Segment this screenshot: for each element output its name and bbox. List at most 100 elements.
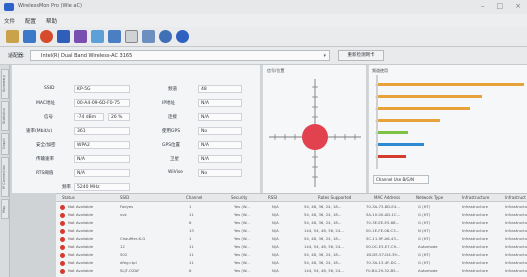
table-row[interactable]: Not Available Fadyes 1 Yes (W... N/A 54, 48, …	[56, 203, 527, 211]
cell-mac: 70-3A-13-4F-DC...	[366, 260, 400, 265]
table-row[interactable]: Not Available 13 Yes (W... N/A 144, 54, 48, …	[56, 227, 527, 235]
cell-security: Yes (W...	[234, 260, 250, 265]
status-dot-icon	[60, 221, 65, 226]
col-rssi[interactable]: RSSI	[268, 195, 277, 200]
options-icon[interactable]	[142, 30, 155, 43]
mac-value: 00-A4-09-6D-F0-75	[74, 99, 130, 107]
cell-mac: 00-0C-E3-E7-C9...	[366, 244, 400, 249]
col-status[interactable]: Status	[62, 195, 75, 200]
menu-bar: 文件 配置 帮助	[0, 14, 527, 27]
cell-channel: 1	[189, 236, 192, 241]
menu-item-file[interactable]: 文件	[4, 17, 15, 25]
close-icon[interactable]: ×	[515, 2, 521, 10]
adapter-label: 适配器:	[8, 53, 25, 59]
col-infrastructure-2[interactable]: Infrastruct	[505, 195, 526, 200]
table-row[interactable]: Not Available dfeg=tpi 11 Yes (W... N/A 54, 4…	[56, 259, 527, 267]
page-icon[interactable]	[125, 30, 138, 43]
cell-channel: 13	[189, 228, 194, 233]
cell-rates: 54, 48, 36, 24, 18...	[304, 252, 342, 257]
col-infrastructure[interactable]: Infrastructure	[462, 195, 489, 200]
cell-rssi: N/A	[272, 228, 279, 233]
col-mac[interactable]: MAC Address	[374, 195, 400, 200]
cell-infra: Infrastructure	[462, 228, 488, 233]
cell-rssi: N/A	[272, 204, 279, 209]
cell-rates: 54, 48, 36, 24, 18...	[304, 204, 342, 209]
signal-position-panel: 信号/位置	[262, 65, 366, 193]
cell-channel: 11	[189, 212, 194, 217]
network-table: Status SSID Channel Security RSSI Rates …	[56, 193, 527, 277]
cell-mac: 5C-11-9F-A6-43...	[366, 236, 400, 241]
toolbar	[0, 27, 527, 47]
col-security[interactable]: Security	[231, 195, 247, 200]
table-row[interactable]: Not Available 502 11 Yes (W... N/A 54, 48, 36…	[56, 251, 527, 259]
ip-label: IP地址	[162, 101, 176, 106]
col-rates[interactable]: Rates Supported	[318, 195, 351, 200]
cell-ssid: Fadyes	[120, 204, 134, 209]
refresh-icon[interactable]	[159, 30, 172, 43]
minimize-icon[interactable]: –	[481, 2, 485, 10]
cell-infra: Infrastructure	[462, 252, 488, 257]
channel-filter-select[interactable]: Channel Use B/G/N	[373, 175, 429, 184]
col-channel[interactable]: Channel	[186, 195, 202, 200]
help-icon[interactable]	[176, 30, 189, 43]
connection-label: 连接	[168, 115, 177, 120]
maximize-icon[interactable]: □	[497, 2, 504, 10]
tab-summary[interactable]: Summary	[1, 69, 9, 99]
menu-item-config[interactable]: 配置	[25, 17, 36, 25]
save-icon[interactable]	[23, 30, 36, 43]
open-icon[interactable]	[6, 30, 19, 43]
cell-rssi: N/A	[272, 220, 279, 225]
cell-ssid: dfeg=tpi	[120, 260, 137, 265]
usage-bar	[378, 155, 406, 158]
table-row[interactable]: Not Available vvk 11 Yes (W... N/A 54, 48, 36…	[56, 211, 527, 219]
ssid-label: SSID	[44, 86, 55, 91]
channel-filter-value: Channel Use B/G/N	[376, 177, 414, 182]
signal-position-marker	[302, 124, 328, 150]
table-row[interactable]: Not Available Chauffier-6-G 1 Yes (W... N/A 5…	[56, 235, 527, 243]
col-network-type[interactable]: Network Type	[416, 195, 443, 200]
cell-net: Automode	[418, 244, 438, 249]
ip-value: N/A	[198, 99, 242, 107]
security-label: 安全/加密	[36, 143, 56, 148]
tab-graph[interactable]: Graph	[1, 133, 9, 155]
cell-ssid: 12	[120, 244, 125, 249]
adapter-icon[interactable]	[74, 30, 87, 43]
network-icon[interactable]	[57, 30, 70, 43]
cell-security: Yes (W...	[234, 220, 250, 225]
cell-ssid: SLJT-OZAF	[120, 268, 140, 273]
tab-statistics[interactable]: Statistics	[1, 101, 9, 131]
menu-item-help[interactable]: 帮助	[46, 17, 57, 25]
cell-net: G (HT)	[418, 212, 431, 217]
cell-rssi: N/A	[272, 212, 279, 217]
scan-icon[interactable]	[108, 30, 121, 43]
gps-position-value: N/A	[198, 141, 242, 149]
cell-channel: 11	[189, 260, 194, 265]
speed-label: 传输速率	[36, 157, 54, 162]
signal-icon[interactable]	[91, 30, 104, 43]
rssi-dbm: -74 dBm	[74, 113, 104, 121]
record-icon[interactable]	[40, 30, 53, 43]
cell-infra: Infrastructure	[505, 220, 527, 225]
channel-usage-chart	[375, 75, 524, 169]
tab-ip-connection[interactable]: IP Connection	[1, 157, 9, 197]
cell-infra: Infrastructure	[505, 204, 527, 209]
table-row[interactable]: Not Available SLJT-OZAF 6 Yes (W... N/A 144, …	[56, 267, 527, 275]
usage-bar	[378, 107, 470, 110]
cell-status: Not Available	[68, 212, 94, 217]
cell-channel: 6	[189, 220, 192, 225]
cell-status: Not Available	[68, 236, 94, 241]
cell-infra: Infrastructure	[462, 212, 488, 217]
cell-infra: Infrastructure	[505, 244, 527, 249]
tab-map[interactable]: Map	[1, 199, 9, 219]
redetect-adapter-button[interactable]: 重新检测网卡	[338, 50, 384, 61]
table-row[interactable]: Not Available 12 11 Yes (W... N/A 144, 54, 48…	[56, 243, 527, 251]
title-bar: WirelessMon Pro (Wie aC) – □ ×	[0, 0, 527, 14]
cell-security: Yes (W...	[234, 252, 250, 257]
adapter-select[interactable]: Intel(R) Dual Band Wireless-AC 3165 ▾	[30, 50, 330, 61]
cell-status: Not Available	[68, 268, 94, 273]
cell-status: Not Available	[68, 252, 94, 257]
status-dot-icon	[60, 229, 65, 234]
col-ssid[interactable]: SSID	[120, 195, 129, 200]
table-row[interactable]: Not Available 6 Yes (W... N/A 54, 48, 36, 24…	[56, 219, 527, 227]
cell-net: G (HT)	[418, 252, 431, 257]
